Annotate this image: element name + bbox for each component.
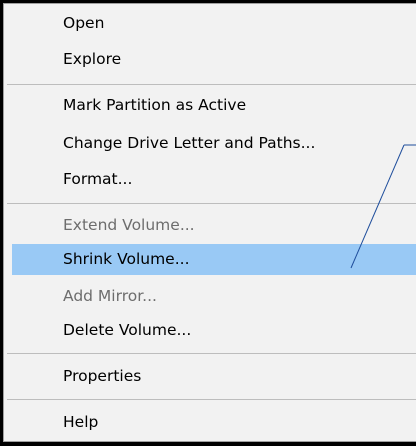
menu-separator bbox=[7, 203, 416, 204]
menu-item-add-mirror: Add Mirror... bbox=[63, 287, 157, 305]
menu-item-change-drive-letter[interactable]: Change Drive Letter and Paths... bbox=[4, 128, 416, 159]
menu-item-delete-volume[interactable]: Delete Volume... bbox=[4, 315, 416, 346]
context-menu: Open Explore Mark Partition as Active Ch… bbox=[3, 3, 416, 442]
menu-separator bbox=[7, 84, 416, 85]
menu-separator bbox=[7, 353, 416, 354]
menu-item-mark-partition-active[interactable]: Mark Partition as Active bbox=[4, 90, 416, 121]
menu-item-open[interactable]: Open bbox=[4, 8, 416, 39]
menu-item-shrink-volume[interactable]: Shrink Volume... bbox=[12, 244, 416, 275]
menu-item-extend-volume: Extend Volume... bbox=[63, 216, 195, 234]
menu-item-explore[interactable]: Explore bbox=[4, 44, 416, 75]
menu-separator bbox=[7, 399, 416, 400]
menu-item-format[interactable]: Format... bbox=[4, 164, 416, 195]
menu-item-properties[interactable]: Properties bbox=[4, 361, 416, 392]
menu-item-help[interactable]: Help bbox=[4, 407, 416, 438]
